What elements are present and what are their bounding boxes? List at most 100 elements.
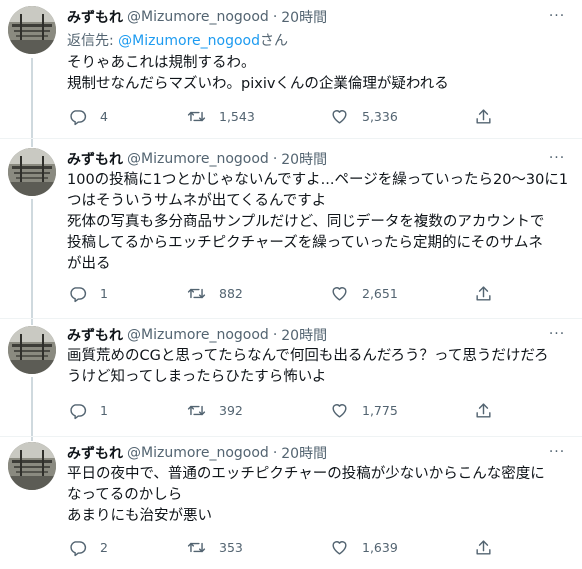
heart-icon [332, 286, 347, 301]
tweet-text-line: そりゃあこれは規制するわ。 [67, 55, 256, 71]
timestamp[interactable]: 20時間 [281, 149, 327, 169]
tweet-text-line: 100の投稿に1つとかじゃないんですよ...ページを繰っていったら20〜30に1 [67, 172, 569, 188]
action-bar: 1 392 1,775 [60, 398, 500, 422]
share-button[interactable] [474, 104, 493, 128]
share-button[interactable] [474, 281, 493, 305]
like-button[interactable]: 1,639 [330, 535, 398, 559]
heart-icon [332, 109, 347, 124]
timestamp[interactable]: 20時間 [281, 443, 327, 463]
tweet-header: みずもれ @Mizumore_nogood · 20時間 [67, 325, 327, 345]
reply-mention-link[interactable]: @Mizumore_nogood [118, 33, 260, 49]
tweet[interactable]: みずもれ @Mizumore_nogood · 20時間 ··· 返信先: @M… [0, 0, 582, 138]
tweet-text-line: 平日の夜中で、普通のエッチピクチャーの投稿が少ないからこんな密度に [67, 466, 545, 482]
action-bar: 4 1,543 5,336 [60, 104, 500, 128]
heart-icon [332, 403, 347, 418]
more-options-icon[interactable]: ··· [546, 324, 568, 344]
display-name[interactable]: みずもれ [67, 443, 123, 463]
like-button[interactable]: 1,775 [330, 398, 398, 422]
share-icon [476, 539, 491, 555]
tweet-text-line: が出る [67, 256, 111, 272]
thread-line [31, 139, 33, 147]
retweet-count: 1,543 [219, 108, 255, 124]
like-count: 5,336 [362, 108, 398, 124]
thread-line [31, 199, 33, 318]
like-button[interactable]: 2,651 [330, 281, 398, 305]
separator-dot: · [272, 9, 278, 25]
tweet-text: 画質荒めのCGと思ってたらなんで何回も出るんだろう？って思うだけだろ うけど知っ… [67, 346, 575, 388]
reply-button[interactable]: 2 [68, 535, 108, 559]
heart-icon [332, 540, 347, 555]
reply-count: 2 [100, 539, 108, 555]
display-name[interactable]: みずもれ [67, 7, 123, 27]
reply-button[interactable]: 1 [68, 398, 108, 422]
reply-context: 返信先: @Mizumore_nogoodさん [67, 30, 288, 50]
tweet-header: みずもれ @Mizumore_nogood · 20時間 [67, 7, 327, 27]
retweet-icon [187, 405, 206, 415]
like-count: 2,651 [362, 285, 398, 301]
tweet-text-line: なってるのかしら [67, 487, 183, 503]
retweet-button[interactable]: 392 [187, 398, 243, 422]
tweet-header: みずもれ @Mizumore_nogood · 20時間 [67, 443, 327, 463]
user-handle[interactable]: @Mizumore_nogood [127, 327, 269, 343]
share-icon [476, 108, 491, 124]
user-handle[interactable]: @Mizumore_nogood [127, 151, 269, 167]
tweet-text: そりゃあこれは規制するわ。 規制せなんだらマズいわ。pixivくんの企業倫理が疑… [67, 53, 575, 95]
more-options-icon[interactable]: ··· [546, 6, 568, 26]
reply-count: 1 [100, 402, 108, 418]
thread-line [31, 319, 33, 325]
reply-button[interactable]: 4 [68, 104, 108, 128]
thread-line [31, 437, 33, 441]
display-name[interactable]: みずもれ [67, 325, 123, 345]
share-icon [476, 402, 491, 418]
tweet[interactable]: みずもれ @Mizumore_nogood · 20時間 ··· 画質荒めのCG… [0, 319, 582, 436]
action-bar: 1 882 2,651 [60, 281, 500, 305]
more-options-icon[interactable]: ··· [546, 442, 568, 462]
display-name[interactable]: みずもれ [67, 149, 123, 169]
reply-icon [70, 109, 87, 125]
tweet-text-line: 規制せなんだらマズいわ。pixivくんの企業倫理が疑われる [67, 76, 449, 92]
user-handle[interactable]: @Mizumore_nogood [127, 9, 269, 25]
timestamp[interactable]: 20時間 [281, 325, 327, 345]
separator-dot: · [272, 151, 278, 167]
thread-line [31, 58, 33, 138]
like-count: 1,775 [362, 402, 398, 418]
avatar[interactable] [8, 148, 56, 196]
tweet-text-line: つはそういうサムネが出てくるんですよ [67, 193, 327, 209]
tweet[interactable]: みずもれ @Mizumore_nogood · 20時間 ··· 100の投稿に… [0, 139, 582, 318]
like-button[interactable]: 5,336 [330, 104, 398, 128]
share-button[interactable] [474, 398, 493, 422]
retweet-count: 882 [219, 285, 243, 301]
reply-button[interactable]: 1 [68, 281, 108, 305]
separator-dot: · [272, 445, 278, 461]
more-options-icon[interactable]: ··· [546, 148, 568, 168]
action-bar: 2 353 1,639 [60, 535, 500, 559]
tweet-text-line: あまりにも治安が悪い [67, 508, 212, 524]
retweet-count: 353 [219, 539, 243, 555]
retweet-icon [187, 111, 206, 121]
reply-prefix: 返信先: [67, 33, 119, 49]
share-button[interactable] [474, 535, 493, 559]
tweet[interactable]: みずもれ @Mizumore_nogood · 20時間 ··· 平日の夜中で、… [0, 437, 582, 569]
retweet-button[interactable]: 882 [187, 281, 243, 305]
retweet-button[interactable]: 353 [187, 535, 243, 559]
tweet-text-line: 死体の写真も多分商品サンプルだけど、同じデータを複数のアカウントで [67, 214, 545, 230]
avatar[interactable] [8, 6, 56, 54]
user-handle[interactable]: @Mizumore_nogood [127, 445, 269, 461]
reply-icon [70, 286, 87, 302]
retweet-count: 392 [219, 402, 243, 418]
timestamp[interactable]: 20時間 [281, 7, 327, 27]
thread-line [31, 377, 33, 436]
reply-count: 4 [100, 108, 108, 124]
like-count: 1,639 [362, 539, 398, 555]
avatar[interactable] [8, 442, 56, 490]
retweet-icon [187, 288, 206, 298]
retweet-icon [187, 542, 206, 552]
tweet-text-line: うけど知ってしまったらひたすら怖いよ [67, 369, 327, 385]
share-icon [476, 285, 491, 301]
tweet-text: 平日の夜中で、普通のエッチピクチャーの投稿が少ないからこんな密度に なってるのか… [67, 464, 575, 527]
reply-icon [70, 540, 87, 556]
avatar[interactable] [8, 326, 56, 374]
retweet-button[interactable]: 1,543 [187, 104, 255, 128]
tweet-header: みずもれ @Mizumore_nogood · 20時間 [67, 149, 327, 169]
tweet-text-line: 投稿してるからエッチピクチャーズを繰っていったら定期的にそのサムネ [67, 235, 543, 251]
